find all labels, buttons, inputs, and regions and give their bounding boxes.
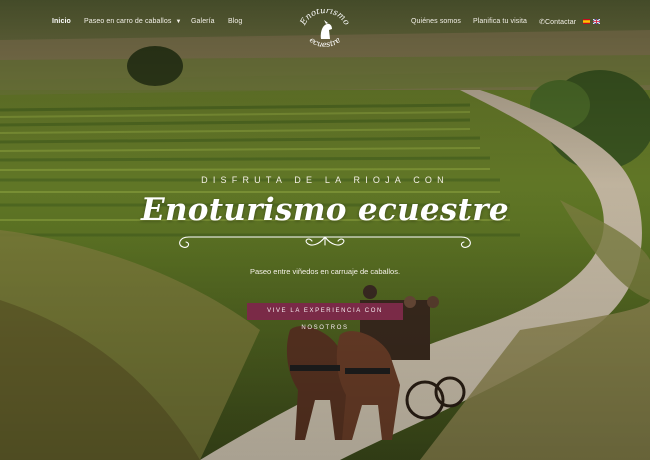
experience-cta-button[interactable]: VIVE LA EXPERIENCIA CON NOSOTROS <box>247 303 403 331</box>
nav-link-contactar-label: Contactar <box>544 19 577 26</box>
nav-link-planifica-tu-visita[interactable]: Planifica tu visita <box>473 18 527 25</box>
nav-link-inicio[interactable]: Inicio <box>52 18 71 25</box>
svg-text:Enoturismo: Enoturismo <box>298 9 351 28</box>
vineyard-landscape-image <box>0 0 650 460</box>
nav-link-quienes-somos[interactable]: Quiénes somos <box>411 18 461 25</box>
nav-link-galeria[interactable]: Galería <box>191 18 215 25</box>
hero-background <box>0 0 650 460</box>
nav-link-blog[interactable]: Blog <box>228 18 242 25</box>
hero-subtitle: Paseo entre viñedos en carruaje de cabal… <box>249 267 401 276</box>
nav-link-paseo-label: Paseo en carro de caballos <box>84 18 172 25</box>
ornamental-flourish-icon <box>179 236 471 248</box>
hero-eyebrow: DISFRUTA DE LA RIOJA CON <box>201 175 449 185</box>
horse-head-logo-icon: Enoturismo ecuestre <box>298 6 351 49</box>
hero-title: Enoturismo ecuestre <box>141 192 509 228</box>
site-logo[interactable]: Enoturismo ecuestre <box>296 6 354 49</box>
nav-link-contactar[interactable]: ✆Contactar <box>539 18 576 26</box>
logo-text-top: Enoturismo <box>298 6 351 28</box>
es-flag-icon[interactable] <box>583 19 590 24</box>
nav-link-paseo-en-carro[interactable]: Paseo en carro de caballos ▼ <box>84 18 181 25</box>
en-flag-icon[interactable] <box>593 19 600 24</box>
chevron-down-icon: ▼ <box>175 19 182 25</box>
